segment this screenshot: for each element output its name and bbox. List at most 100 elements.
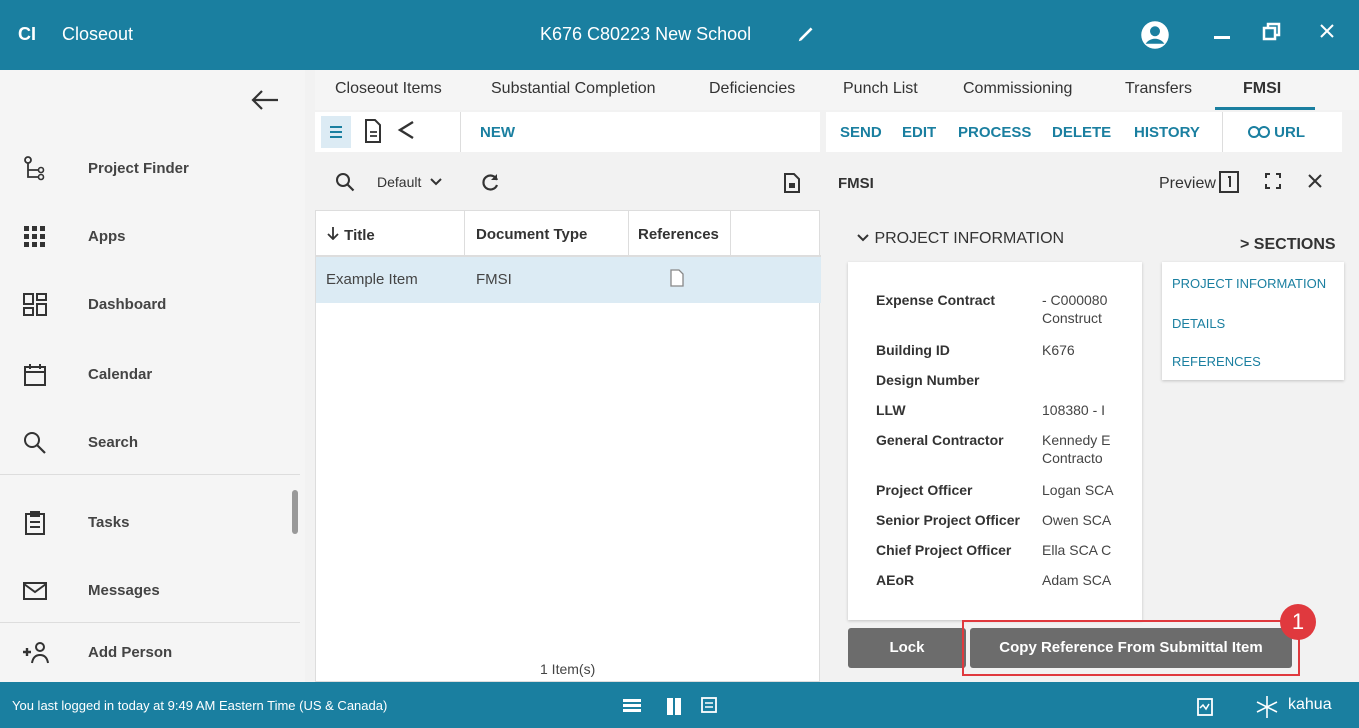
search-icon[interactable] [335,172,355,196]
tab-substantial-completion[interactable]: Substantial Completion [491,80,656,98]
column-document-type[interactable]: Document Type [476,226,587,243]
activity-icon[interactable] [1196,696,1214,720]
sidebar-item-label: Calendar [88,366,153,383]
items-table: Title Document Type References Example I… [315,210,821,682]
document-icon[interactable] [670,269,684,291]
sidebar-item-search[interactable]: Search [0,424,290,464]
app-name[interactable]: Closeout [62,24,133,45]
detail-header: FMSI Preview [826,160,1359,204]
sidebar-item-label: Tasks [88,514,130,531]
sort-arrow-icon [327,227,339,241]
project-information-header[interactable]: PROJECT INFORMATION [856,230,1064,248]
sections-panel: PROJECT INFORMATION DETAILS REFERENCES [1162,262,1344,380]
sidebar-item-label: Dashboard [88,296,167,313]
sidebar-item-apps[interactable]: Apps [0,218,290,258]
split-layout-icon[interactable] [664,696,684,720]
view-name: Default [377,174,422,190]
sidebar-item-label: Project Finder [88,160,189,177]
delete-button[interactable]: DELETE [1052,124,1111,141]
sidebar-item-dashboard[interactable]: Dashboard [0,286,290,326]
last-login-message: You last logged in today at 9:49 AM East… [12,698,388,713]
export-document-icon[interactable] [783,172,801,198]
sidebar-scrollbar[interactable] [292,490,298,534]
tab-closeout-items[interactable]: Closeout Items [335,80,442,98]
apps-grid-icon [22,224,48,250]
clipboard-icon [22,510,48,536]
process-button[interactable]: PROCESS [958,124,1031,141]
column-divider [628,211,629,257]
sidebar-item-add-person[interactable]: Add Person [0,634,290,674]
sidebar-item-label: Messages [88,582,160,599]
chevron-down-icon [430,178,442,186]
detail-name: FMSI [838,175,874,192]
send-button[interactable]: SEND [840,124,882,141]
search-icon [22,430,48,456]
sidebar-item-label: Apps [88,228,126,245]
sidebar-divider [0,622,300,623]
sidebar-item-calendar[interactable]: Calendar [0,356,290,396]
column-divider [730,211,731,257]
project-title: K676 C80223 New School [540,24,752,44]
item-count: 1 Item(s) [540,661,596,677]
preview-button[interactable]: Preview [1159,175,1216,193]
project-finder-icon [22,156,48,182]
cell-title: Example Item [326,271,418,288]
tab-punch-list[interactable]: Punch List [843,80,918,98]
list-view-icon [330,126,342,138]
detail-layout-icon[interactable] [700,696,718,718]
active-tab-indicator [1215,107,1315,110]
column-title[interactable]: Title [326,226,375,244]
sections-toggle[interactable]: > SECTIONS [1240,236,1336,254]
restore-icon[interactable] [1262,22,1282,46]
new-button[interactable]: NEW [480,124,515,141]
column-references[interactable]: References [638,226,719,243]
column-divider [464,211,465,257]
document-view-icon[interactable] [363,118,383,148]
add-person-icon [22,640,49,666]
history-button[interactable]: HISTORY [1134,124,1200,141]
tab-commissioning[interactable]: Commissioning [963,80,1072,98]
tab-fmsi[interactable]: FMSI [1243,80,1281,98]
close-icon[interactable] [1318,22,1336,44]
table-row[interactable]: Example Item FMSI [316,257,821,303]
fullscreen-icon[interactable] [1264,172,1282,194]
pencil-icon[interactable] [796,22,818,48]
close-detail-icon[interactable] [1306,172,1324,194]
sidebar-item-label: Search [88,434,139,451]
lock-button[interactable]: Lock [848,628,966,668]
detail-toolbar: SEND EDIT PROCESS DELETE HISTORY URL [826,112,1342,152]
section-link-project-information[interactable]: PROJECT INFORMATION [1172,276,1326,291]
table-header: Title Document Type References [316,211,821,257]
back-arrow-icon[interactable] [250,88,280,116]
sidebar-item-tasks[interactable]: Tasks [0,504,290,544]
url-button[interactable]: URL [1248,124,1305,141]
tab-transfers[interactable]: Transfers [1125,80,1192,98]
list-toolbar: NEW [315,112,820,152]
step-badge: 1 [1280,604,1316,640]
link-icon [1248,126,1270,138]
chevron-down-icon [857,234,869,242]
minimize-icon[interactable] [1212,20,1234,54]
list-view-button[interactable] [321,116,351,148]
cell-document-type: FMSI [476,271,512,288]
view-selector[interactable]: Default [377,174,443,190]
dashboard-icon [22,292,48,318]
sidebar-item-messages[interactable]: Messages [0,572,290,612]
user-avatar-icon[interactable] [1140,20,1170,54]
module-tabs: Closeout Items Substantial Completion De… [315,70,1359,110]
refresh-icon[interactable] [481,172,501,196]
kahua-logo-icon [1254,694,1280,724]
pdf-view-icon[interactable] [1218,170,1240,198]
calendar-icon [22,362,48,388]
section-link-details[interactable]: DETAILS [1172,316,1225,331]
share-icon[interactable] [395,118,417,148]
edit-button[interactable]: EDIT [902,124,936,141]
sidebar-item-project-finder[interactable]: Project Finder [0,150,290,190]
section-link-references[interactable]: REFERENCES [1172,354,1261,369]
brand-name: kahua [1288,696,1332,713]
title-bar: CI Closeout K676 C80223 New School [0,0,1359,70]
tab-deficiencies[interactable]: Deficiencies [709,80,795,98]
toolbar-separator [1222,112,1223,152]
list-layout-icon[interactable] [622,696,642,718]
list-controls: Default [315,160,820,204]
